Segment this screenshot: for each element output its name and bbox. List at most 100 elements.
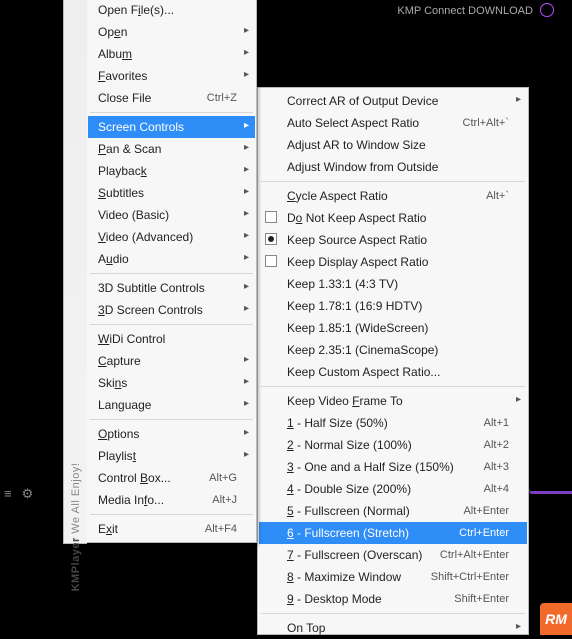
left-menu-item[interactable]: 3D Subtitle Controls [88, 277, 255, 299]
menu-item-label: Open File(s)... [98, 3, 237, 17]
menu-item-label: Options [98, 427, 237, 441]
right-menu-item[interactable]: Keep Display Aspect Ratio [259, 251, 527, 273]
left-menu-item[interactable]: Media Info... Alt+J [88, 489, 255, 511]
menu-item-label: Capture [98, 354, 237, 368]
context-menu-main: Open File(s)... Open Album Favorites Close F… [63, 0, 257, 543]
menu-sidebar: KMPlayer We All Enjoy! [63, 0, 87, 544]
menu-item-label: Media Info... [98, 493, 204, 507]
gear-icon[interactable]: ⚙ [22, 486, 34, 502]
radio-icon [265, 211, 277, 223]
right-menu-item[interactable]: 3 - One and a Half Size (150%) Alt+3 [259, 456, 527, 478]
menu-item-label: Do Not Keep Aspect Ratio [287, 211, 509, 225]
menu-item-shortcut: Alt+3 [484, 461, 509, 473]
menu-item-label: 3 - One and a Half Size (150%) [287, 460, 476, 474]
right-menu-item[interactable]: 4 - Double Size (200%) Alt+4 [259, 478, 527, 500]
menu-item-label: Correct AR of Output Device [287, 94, 509, 108]
left-menu-item[interactable]: Subtitles [88, 182, 255, 204]
left-menu-item[interactable]: Video (Basic) [88, 204, 255, 226]
menu-item-label: Pan & Scan [98, 142, 237, 156]
menu-item-label: Close File [98, 91, 199, 105]
left-menu-item[interactable]: Video (Advanced) [88, 226, 255, 248]
menu-item-label: Keep 1.85:1 (WideScreen) [287, 321, 509, 335]
download-circle-icon[interactable] [540, 3, 554, 17]
right-menu-item[interactable]: Adjust AR to Window Size [259, 134, 527, 156]
left-menu-item[interactable]: Open [88, 21, 255, 43]
menu-item-shortcut: Ctrl+Alt+` [463, 117, 509, 129]
menu-item-label: Cycle Aspect Ratio [287, 189, 478, 203]
menu-item-shortcut: Alt+J [212, 494, 237, 506]
left-menu-item[interactable]: Skins [88, 372, 255, 394]
left-menu-item[interactable]: Screen Controls [88, 116, 255, 138]
menu-item-label: 3D Subtitle Controls [98, 281, 237, 295]
menu-item-label: Favorites [98, 69, 237, 83]
left-menu-item[interactable]: Control Box...Alt+G [88, 467, 255, 489]
right-menu-item[interactable]: Adjust Window from Outside [259, 156, 527, 178]
left-menu-item[interactable]: ExitAlt+F4 [88, 518, 255, 540]
right-menu-item[interactable]: On Top [259, 617, 527, 639]
menu-item-shortcut: Alt+` [486, 190, 509, 202]
right-menu-item[interactable]: Keep Source Aspect Ratio [259, 229, 527, 251]
menu-item-shortcut: Alt+1 [484, 417, 509, 429]
menu-separator [90, 112, 253, 113]
right-menu-item[interactable]: Keep 1.78:1 (16:9 HDTV) [259, 295, 527, 317]
menu-item-label: Keep Display Aspect Ratio [287, 255, 509, 269]
menu-item-shortcut: Alt+4 [484, 483, 509, 495]
menu-item-label: On Top [287, 621, 509, 635]
left-menu-item[interactable]: Pan & Scan [88, 138, 255, 160]
right-menu-item[interactable]: Auto Select Aspect RatioCtrl+Alt+` [259, 112, 527, 134]
menu-item-label: WiDi Control [98, 332, 237, 346]
menu-item-label: Keep 2.35:1 (CinemaScope) [287, 343, 509, 357]
left-menu-item[interactable]: Audio [88, 248, 255, 270]
right-menu-item[interactable]: 9 - Desktop ModeShift+Enter [259, 588, 527, 610]
left-menu-item[interactable]: Language [88, 394, 255, 416]
menu-item-label: Album [98, 47, 237, 61]
menu-item-label: Language [98, 398, 237, 412]
menu-item-label: Keep Video Frame To [287, 394, 509, 408]
menu-item-shortcut: Ctrl+Enter [459, 527, 509, 539]
left-menu-item[interactable]: Close File Ctrl+Z [88, 87, 255, 109]
left-menu-item[interactable]: Album [88, 43, 255, 65]
menu-item-label: Adjust AR to Window Size [287, 138, 509, 152]
context-menu-screen-controls: Correct AR of Output Device Auto Select A… [257, 87, 529, 635]
right-menu-item[interactable]: Keep Custom Aspect Ratio... [259, 361, 527, 383]
left-menu-item[interactable]: Favorites [88, 65, 255, 87]
left-menu-item[interactable]: WiDi Control [88, 328, 255, 350]
progress-bar[interactable] [530, 491, 572, 494]
right-menu-item[interactable]: Cycle Aspect Ratio Alt+` [259, 185, 527, 207]
right-menu-item[interactable]: 1 - Half Size (50%) Alt+1 [259, 412, 527, 434]
right-menu-item[interactable]: Keep Video Frame To [259, 390, 527, 412]
menu-item-shortcut: Shift+Enter [454, 593, 509, 605]
menu-separator [90, 273, 253, 274]
menu-item-shortcut: Ctrl+Alt+Enter [440, 549, 509, 561]
kmp-connect-text[interactable]: KMP Connect DOWNLOAD [397, 5, 533, 17]
right-menu-item[interactable]: Keep 1.33:1 (4:3 TV) [259, 273, 527, 295]
left-menu-item[interactable]: Playback [88, 160, 255, 182]
menu-item-shortcut: Alt+Enter [463, 505, 509, 517]
right-menu-item[interactable]: 7 - Fullscreen (Overscan)Ctrl+Alt+Enter [259, 544, 527, 566]
menu-item-shortcut: Ctrl+Z [207, 92, 237, 104]
right-menu-item[interactable]: 5 - Fullscreen (Normal)Alt+Enter [259, 500, 527, 522]
right-menu-item[interactable]: Keep 1.85:1 (WideScreen) [259, 317, 527, 339]
left-menu-item[interactable]: Capture [88, 350, 255, 372]
menu-item-label: 4 - Double Size (200%) [287, 482, 476, 496]
left-menu-item[interactable]: Options [88, 423, 255, 445]
menu-item-label: Screen Controls [98, 120, 237, 134]
left-menu-item[interactable]: Playlist [88, 445, 255, 467]
right-menu-item[interactable]: 2 - Normal Size (100%)Alt+2 [259, 434, 527, 456]
menu-item-label: Video (Basic) [98, 208, 237, 222]
right-menu-item[interactable]: 8 - Maximize WindowShift+Ctrl+Enter [259, 566, 527, 588]
menu-item-label: Skins [98, 376, 237, 390]
radio-icon [265, 233, 277, 245]
rm-badge[interactable]: RM [540, 603, 572, 635]
menu-item-label: Audio [98, 252, 237, 266]
menu-separator [261, 613, 525, 614]
menu-item-shortcut: Shift+Ctrl+Enter [431, 571, 509, 583]
right-menu-item[interactable]: Correct AR of Output Device [259, 90, 527, 112]
left-menu-item[interactable]: 3D Screen Controls [88, 299, 255, 321]
right-menu-item[interactable]: 6 - Fullscreen (Stretch)Ctrl+Enter [259, 522, 527, 544]
right-menu-item[interactable]: Do Not Keep Aspect Ratio [259, 207, 527, 229]
right-menu-item[interactable]: Keep 2.35:1 (CinemaScope) [259, 339, 527, 361]
menu-icon[interactable]: ≡ [4, 486, 12, 502]
menu-item-label: 1 - Half Size (50%) [287, 416, 476, 430]
left-menu-item[interactable]: Open File(s)... [88, 0, 255, 21]
